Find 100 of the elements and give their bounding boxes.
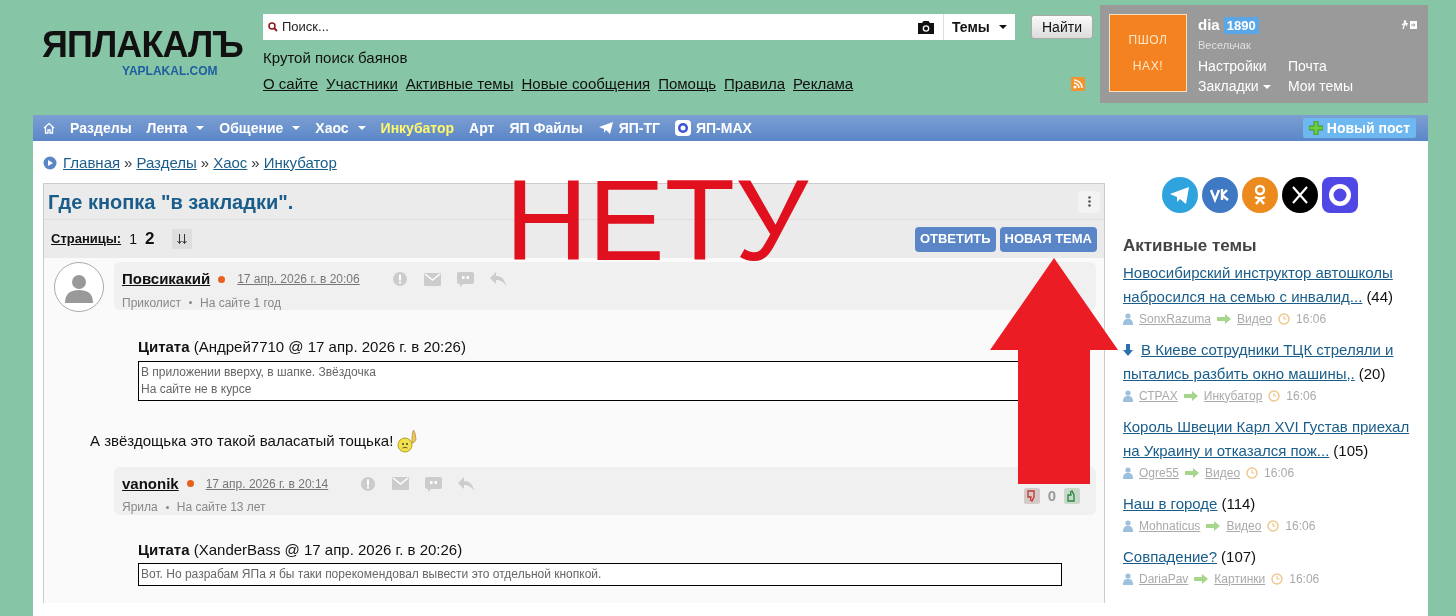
page-link[interactable]: 2 xyxy=(145,226,155,252)
topic-link[interactable]: Король Швеции Карл XVI Густав приехал xyxy=(1123,414,1410,439)
author-link[interactable]: СТРАХ xyxy=(1139,386,1178,405)
x-icon[interactable] xyxy=(1281,177,1318,213)
top-link[interactable]: Правила xyxy=(724,72,785,95)
search-button[interactable]: Найти xyxy=(1031,15,1093,39)
section-link[interactable]: Инкубатор xyxy=(1203,386,1263,405)
quote-line: На сайте не в курсе xyxy=(141,380,253,398)
top-link[interactable]: О сайте xyxy=(263,72,319,95)
thumbs-up-icon[interactable] xyxy=(1064,487,1080,504)
author-link[interactable]: DariaPav xyxy=(1139,569,1189,588)
breadcrumb-link[interactable]: Разделы xyxy=(136,151,197,175)
topic-action-button[interactable]: ОТВЕТИТЬ xyxy=(914,226,996,252)
rss-icon[interactable] xyxy=(1071,76,1085,91)
top-link[interactable]: Активные темы xyxy=(405,72,514,95)
author-link[interactable]: SonxRazuma xyxy=(1139,309,1212,328)
speech-bubble-icon xyxy=(674,120,691,136)
author-link[interactable]: Повсикакий xyxy=(122,268,211,291)
post-date-link[interactable]: 17 апр. 2026 г. в 20:06 xyxy=(237,270,360,289)
user-avatar[interactable]: ПШОЛ НАХ! xyxy=(1109,14,1187,92)
topic-link[interactable]: Новосибирский инструктор автошколы xyxy=(1123,260,1393,285)
nav-item[interactable]: Общение xyxy=(219,117,301,139)
user-menu-link[interactable]: Настройки xyxy=(1198,56,1267,76)
breadcrumb-link[interactable]: Инкубатор xyxy=(263,151,337,175)
top-link[interactable]: Новые сообщения xyxy=(521,72,651,95)
topic-link[interactable]: пытались разбить окно машины,. xyxy=(1123,361,1355,386)
breadcrumb-link[interactable]: Хаос xyxy=(213,151,248,175)
breadcrumb-separator: » xyxy=(251,152,260,173)
breadcrumb-separator: » xyxy=(200,152,210,173)
site-logo[interactable]: ЯПЛАКАЛЪ xyxy=(42,26,243,64)
user-rank: Ярила xyxy=(122,499,158,516)
breadcrumb-separator: » xyxy=(124,152,133,173)
tagline: Крутой поиск баянов xyxy=(263,48,409,68)
reply-count: (44) xyxy=(1366,286,1394,307)
user-menu-link[interactable]: Мои темы xyxy=(1288,76,1354,96)
topic-link[interactable]: Совпадение? xyxy=(1123,544,1218,569)
caret-icon xyxy=(196,126,205,130)
search-field[interactable]: Поиск... Темы xyxy=(263,14,1015,40)
section-link[interactable]: Видео xyxy=(1205,463,1241,482)
username-link[interactable]: dia xyxy=(1198,14,1220,37)
exit-icon[interactable] xyxy=(1401,20,1417,31)
envelope-icon[interactable] xyxy=(423,272,441,286)
topic-link[interactable]: на Украину и отказался пож... xyxy=(1123,438,1330,463)
reply-count: (107) xyxy=(1221,546,1257,567)
site-domain[interactable]: YAPLAKAL.COM xyxy=(122,64,218,78)
clock-icon xyxy=(1271,572,1284,585)
paper-plane-icon xyxy=(597,121,614,135)
envelope-icon[interactable] xyxy=(392,477,410,491)
camera-icon[interactable] xyxy=(917,19,935,35)
page-link[interactable]: 1 xyxy=(129,228,137,250)
vote-count: 0 xyxy=(1047,485,1056,506)
top-link[interactable]: Помощь xyxy=(658,72,717,95)
speech-bubble-icon[interactable] xyxy=(1321,177,1358,213)
thumbs-down-icon[interactable] xyxy=(1023,487,1040,504)
quote-icon[interactable] xyxy=(456,271,474,288)
down-arrows-icon xyxy=(177,234,188,244)
author-link[interactable]: vanonik xyxy=(122,472,179,495)
user-icon xyxy=(1123,389,1133,402)
paper-plane-icon[interactable] xyxy=(1161,177,1198,213)
nav-item[interactable]: Лента xyxy=(146,117,205,139)
social-circle-icon[interactable] xyxy=(1201,177,1238,213)
member-since: На сайте 13 лет xyxy=(176,499,266,516)
topic-link[interactable]: набросился на семью с инвалид... xyxy=(1123,284,1363,309)
user-rank: Приколист xyxy=(122,294,181,312)
nav-item[interactable]: Инкубатор xyxy=(380,117,455,139)
section-link[interactable]: Видео xyxy=(1226,516,1262,535)
topic-action-button[interactable]: НОВАЯ ТЕМА xyxy=(999,226,1097,252)
topic-link[interactable]: В Киеве сотрудники ТЦК стреляли и xyxy=(1141,337,1394,362)
nav-item[interactable]: Арт xyxy=(469,117,495,139)
right-arrow-icon xyxy=(1185,467,1200,478)
nav-item[interactable]: ЯП-MAX xyxy=(674,117,752,139)
nav-item[interactable]: ЯП Файлы xyxy=(509,117,583,139)
user-menu-link[interactable]: Закладки xyxy=(1198,76,1271,96)
nav-item[interactable]: ЯП-ТГ xyxy=(597,117,660,139)
section-link[interactable]: Картинки xyxy=(1214,569,1266,588)
warning-icon[interactable] xyxy=(391,271,408,288)
post-date-link[interactable]: 17 апр. 2026 г. в 20:14 xyxy=(205,474,329,493)
play-circle-icon xyxy=(43,156,57,170)
topic-time: 16:06 xyxy=(1296,310,1327,328)
pages-label[interactable]: Страницы: xyxy=(51,229,122,249)
nav-item[interactable]: Хаос xyxy=(315,117,366,139)
topic-link[interactable]: Наш в городе xyxy=(1123,491,1218,516)
top-link[interactable]: Реклама xyxy=(793,72,854,95)
breadcrumb-link[interactable]: Главная xyxy=(63,151,121,175)
sort-button[interactable] xyxy=(172,229,193,249)
quote-icon[interactable] xyxy=(425,475,443,492)
author-link[interactable]: Ogre55 xyxy=(1139,463,1180,482)
author-link[interactable]: Mohnaticus xyxy=(1139,516,1201,535)
home-icon[interactable] xyxy=(43,122,55,134)
warning-icon[interactable] xyxy=(360,475,377,492)
nav-item[interactable]: Разделы xyxy=(70,117,132,139)
caret-icon xyxy=(999,25,1007,29)
more-menu-button[interactable] xyxy=(1078,190,1100,213)
new-post-button[interactable]: Новый пост xyxy=(1302,118,1416,138)
section-link[interactable]: Видео xyxy=(1237,309,1273,328)
user-menu-link[interactable]: Почта xyxy=(1288,56,1327,76)
avatar-icon[interactable] xyxy=(54,262,104,312)
top-link[interactable]: Участники xyxy=(326,72,398,95)
quote-header: Цитата (Андрей7710 @ 17 апр. 2026 г. в 20:26) xyxy=(138,337,467,357)
scope-select[interactable]: Темы xyxy=(943,14,1015,40)
